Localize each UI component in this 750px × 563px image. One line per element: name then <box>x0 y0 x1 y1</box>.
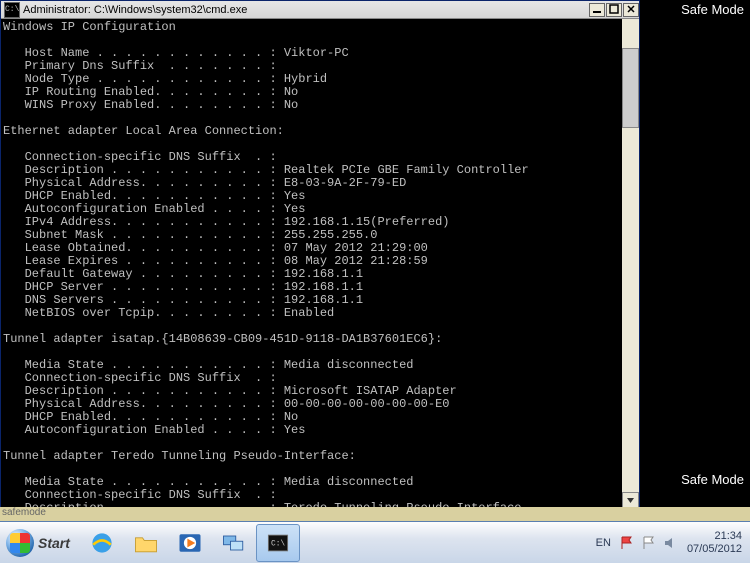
minimize-button[interactable] <box>589 3 605 17</box>
taskbar: Start <box>0 521 750 563</box>
system-tray: EN 21:34 07/05/2012 <box>596 522 750 563</box>
taskbar-item-internet-explorer[interactable] <box>80 524 124 562</box>
tray-action-center-icon[interactable] <box>641 535 657 551</box>
svg-text:C:\: C:\ <box>271 539 285 548</box>
taskbar-item-explorer[interactable] <box>124 524 168 562</box>
taskbar-item-switcher[interactable] <box>212 524 256 562</box>
tray-language[interactable]: EN <box>596 537 611 549</box>
scrollbar-track[interactable] <box>622 36 639 492</box>
windows-orb-icon <box>6 529 34 557</box>
tray-flag-icon[interactable] <box>619 535 635 551</box>
safe-mode-watermark-top: Safe Mode <box>681 2 744 17</box>
tray-date: 07/05/2012 <box>687 543 742 556</box>
window-switcher-icon <box>220 529 248 557</box>
start-button[interactable]: Start <box>0 522 80 563</box>
taskbar-item-cmd[interactable]: C:\ <box>256 524 300 562</box>
tray-clock[interactable]: 21:34 07/05/2012 <box>687 530 742 556</box>
start-label: Start <box>38 535 70 551</box>
scrollbar-thumb[interactable] <box>622 48 639 128</box>
titlebar[interactable]: C:\ Administrator: C:\Windows\system32\c… <box>1 1 639 19</box>
cmd-icon: C:\ <box>264 529 292 557</box>
ie-icon <box>88 529 116 557</box>
console-scrollbar[interactable] <box>622 19 639 509</box>
tray-volume-icon[interactable] <box>663 535 679 551</box>
window-title: Administrator: C:\Windows\system32\cmd.e… <box>23 4 588 16</box>
console-output: Windows IP Configuration Host Name . . .… <box>3 20 529 509</box>
maximize-button[interactable] <box>606 3 622 17</box>
close-button[interactable] <box>623 3 639 17</box>
quick-launch: C:\ <box>80 522 300 563</box>
console-output-area[interactable]: Windows IP Configuration Host Name . . .… <box>1 19 639 509</box>
safemode-artefact-strip: safemode <box>0 507 750 521</box>
cmd-window: C:\ Administrator: C:\Windows\system32\c… <box>0 0 640 510</box>
media-player-icon <box>176 529 204 557</box>
safe-mode-watermark-bottom: Safe Mode <box>681 472 744 487</box>
tray-time: 21:34 <box>687 530 742 543</box>
folder-icon <box>132 529 160 557</box>
cmd-system-icon[interactable]: C:\ <box>4 2 20 18</box>
taskbar-item-media-player[interactable] <box>168 524 212 562</box>
